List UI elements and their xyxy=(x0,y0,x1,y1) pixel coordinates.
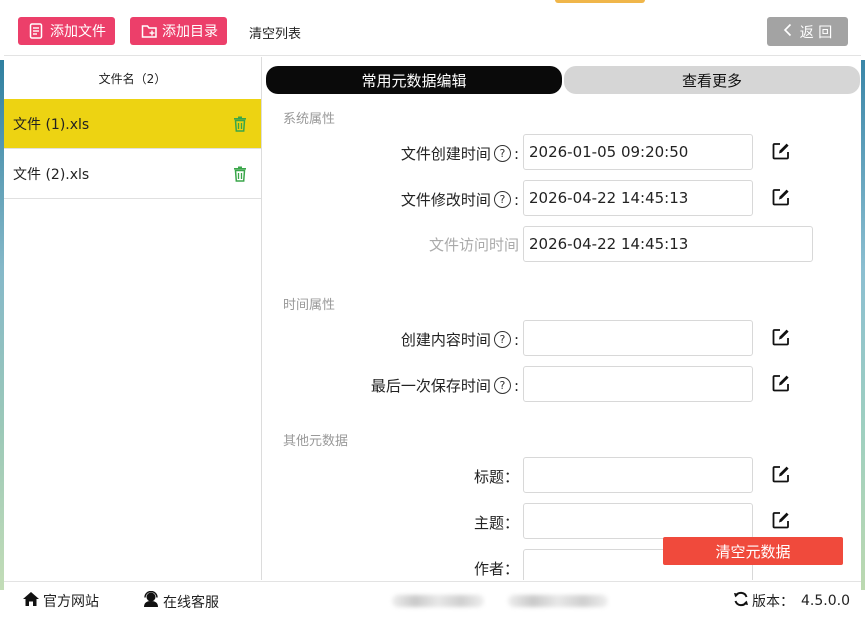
file-list-icon xyxy=(28,22,46,40)
edit-icon[interactable] xyxy=(771,187,793,209)
section-system-properties: 系统属性 xyxy=(283,112,336,127)
toolbar: 添加文件 添加目录 清空列表 返 回 xyxy=(4,4,861,56)
tab-common-metadata[interactable]: 常用元数据编辑 xyxy=(266,66,562,94)
redacted-text xyxy=(508,595,608,607)
file-list-item[interactable]: 文件 (1).xls xyxy=(4,99,261,149)
subject-label: 主题： xyxy=(473,514,519,532)
modified-time-field[interactable]: 2026-04-22 14:45:13 xyxy=(523,180,753,216)
section-other-metadata: 其他元数据 xyxy=(283,434,349,449)
version-info[interactable]: 版本： 4.5.0.0 xyxy=(733,591,850,611)
content-created-time-field[interactable] xyxy=(523,320,753,356)
metadata-panel: 常用元数据编辑 查看更多 系统属性 文件创建时间 ? : 2026-01-05 … xyxy=(263,57,861,580)
edit-icon[interactable] xyxy=(771,373,793,395)
created-time-label: 文件创建时间 ? : xyxy=(400,144,519,164)
file-list-header: 文件名（2） xyxy=(98,71,167,86)
desktop-background-right xyxy=(861,60,865,590)
add-directory-button[interactable]: 添加目录 xyxy=(130,17,227,45)
section-time-properties: 时间属性 xyxy=(283,298,336,313)
official-website-link[interactable]: 官方网站 xyxy=(22,591,99,611)
modified-time-label: 文件修改时间 ? : xyxy=(400,190,519,210)
online-support-label: 在线客服 xyxy=(163,594,219,611)
question-circle-icon[interactable]: ? xyxy=(493,331,511,348)
title-field[interactable] xyxy=(523,457,753,493)
official-website-label: 官方网站 xyxy=(43,594,99,610)
file-list-item[interactable]: 文件 (2).xls xyxy=(4,149,261,199)
last-saved-time-field[interactable] xyxy=(523,366,753,402)
add-file-label: 添加文件 xyxy=(50,24,106,40)
home-icon xyxy=(22,591,40,611)
online-support-link[interactable]: 在线客服 xyxy=(142,590,219,612)
redacted-text xyxy=(392,595,484,607)
back-button[interactable]: 返 回 xyxy=(767,17,848,46)
question-circle-icon[interactable]: ? xyxy=(493,191,511,208)
refresh-icon xyxy=(733,591,749,611)
window-top-accent xyxy=(555,0,645,3)
content-created-time-label: 创建内容时间 ? : xyxy=(400,330,519,350)
version-value: 4.5.0.0 xyxy=(801,593,850,609)
clear-list-button[interactable]: 清空列表 xyxy=(249,23,301,42)
author-label: 作者： xyxy=(473,560,519,578)
question-circle-icon[interactable]: ? xyxy=(493,377,511,394)
add-directory-label: 添加目录 xyxy=(162,24,218,40)
trash-icon[interactable] xyxy=(233,116,247,132)
clear-metadata-button[interactable]: 清空元数据 xyxy=(663,537,843,565)
edit-icon[interactable] xyxy=(771,327,793,349)
title-label: 标题： xyxy=(473,468,519,486)
file-name: 文件 (2).xls xyxy=(13,166,90,183)
tab-view-more[interactable]: 查看更多 xyxy=(564,66,860,94)
edit-icon[interactable] xyxy=(771,510,793,532)
metadata-tabs: 常用元数据编辑 查看更多 xyxy=(266,66,860,94)
add-file-button[interactable]: 添加文件 xyxy=(18,17,115,45)
created-time-field[interactable]: 2026-01-05 09:20:50 xyxy=(523,134,753,170)
accessed-time-field: 2026-04-22 14:45:13 xyxy=(523,226,813,262)
status-bar: 官方网站 在线客服 版本： 4.5.0.0 xyxy=(4,581,861,618)
app-window: 添加文件 添加目录 清空列表 返 回 文件名（2） 文件 (1).xls 文件 … xyxy=(0,0,865,618)
trash-icon[interactable] xyxy=(233,166,247,182)
last-saved-time-label: 最后一次保存时间 ? : xyxy=(370,376,519,396)
accessed-time-label: 文件访问时间 xyxy=(428,236,519,254)
subject-field[interactable] xyxy=(523,503,753,539)
edit-icon[interactable] xyxy=(771,464,793,486)
folder-add-icon xyxy=(140,22,158,40)
edit-icon[interactable] xyxy=(771,141,793,163)
back-label: 返 回 xyxy=(799,24,833,41)
question-circle-icon[interactable]: ? xyxy=(493,145,511,162)
file-name: 文件 (1).xls xyxy=(13,116,90,133)
chevron-left-icon xyxy=(783,23,792,41)
headset-user-icon xyxy=(142,590,160,612)
file-list-panel: 文件名（2） 文件 (1).xls 文件 (2).xls xyxy=(4,57,262,580)
version-label: 版本： xyxy=(752,594,794,610)
